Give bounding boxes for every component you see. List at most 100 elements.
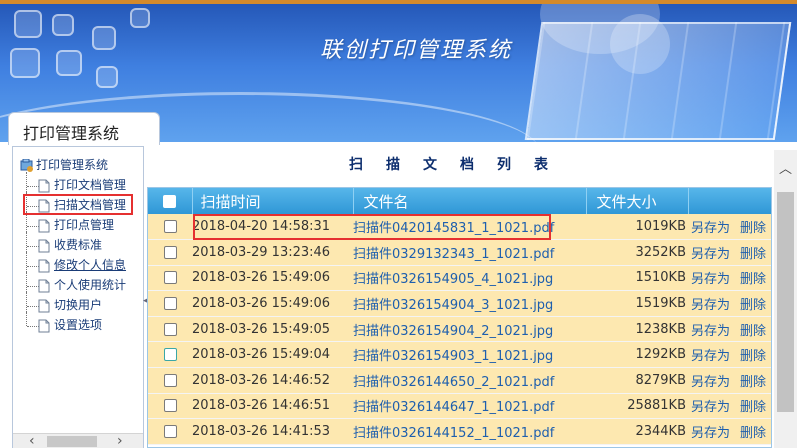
system-title: 联创打印管理系统	[319, 38, 512, 63]
sidebar-item-label: 收费标准	[54, 238, 103, 252]
actions-cell: 另存为 删除	[688, 316, 771, 343]
file-link[interactable]: 扫描件0326144152_1_1021.pdf	[353, 426, 554, 441]
scan-time-cell: 2018-03-26 14:46:52	[192, 367, 353, 394]
file-name-cell: 扫描件0326154904_2_1021.jpg	[353, 316, 586, 343]
tree-root-icon	[20, 159, 33, 172]
file-size-cell: 3252KB	[586, 239, 688, 266]
delete-link[interactable]: 删除	[740, 298, 766, 313]
file-name-cell: 扫描件0326144152_1_1021.pdf	[353, 418, 586, 445]
file-link[interactable]: 扫描件0326154905_4_1021.jpg	[353, 272, 553, 287]
scroll-left-arrow-icon[interactable]: ‹	[29, 434, 35, 448]
save-as-link[interactable]: 另存为	[691, 272, 730, 287]
vertical-scrollbar[interactable]: ︿	[774, 150, 797, 448]
file-link[interactable]: 扫描件0326144650_2_1021.pdf	[353, 375, 554, 390]
col-file-name[interactable]: 文件名	[353, 188, 587, 214]
sidebar-item-print-docs[interactable]: 打印文档管理	[20, 172, 126, 196]
sidebar-item-edit-profile[interactable]: 修改个人信息	[20, 252, 126, 276]
row-checkbox[interactable]	[148, 316, 192, 343]
sidebar-horizontal-scrollbar[interactable]: ‹ ›	[13, 433, 143, 448]
delete-link[interactable]: 删除	[740, 400, 766, 415]
file-size-cell: 1019KB	[586, 214, 688, 241]
scan-time-cell: 2018-03-26 15:49:06	[192, 265, 353, 292]
save-as-link[interactable]: 另存为	[691, 298, 730, 313]
nav-tree: 打印管理系统 打印文档管理 扫描文档管理 打印点管理 收费标准 修改个人信息 个…	[20, 156, 127, 336]
delete-link[interactable]: 删除	[740, 324, 766, 339]
save-as-link[interactable]: 另存为	[691, 221, 730, 236]
select-all-checkbox[interactable]	[148, 188, 193, 214]
file-name-cell: 扫描件0326154904_3_1021.jpg	[353, 290, 586, 317]
file-link[interactable]: 扫描件0326154904_3_1021.jpg	[353, 298, 553, 313]
file-link[interactable]: 扫描件0326154904_2_1021.jpg	[353, 324, 553, 339]
scroll-up-arrow-icon[interactable]: ︿	[779, 158, 792, 177]
scan-time-cell: 2018-03-26 15:49:05	[192, 316, 353, 343]
scan-time-cell: 2018-03-26 15:49:06	[192, 290, 353, 317]
save-as-link[interactable]: 另存为	[691, 247, 730, 262]
scroll-right-arrow-icon[interactable]: ›	[117, 434, 123, 448]
scan-file-table: 扫描时间 文件名 文件大小 2018-04-20 14:58:31 扫描件0420…	[147, 187, 772, 448]
tree-root-label: 打印管理系统	[36, 158, 109, 172]
file-link[interactable]: 扫描件0420145831_1_1021.pdf	[353, 221, 554, 236]
file-size-cell: 1292KB	[586, 341, 688, 369]
row-checkbox[interactable]	[148, 290, 192, 317]
file-size-cell: 1510KB	[586, 265, 688, 292]
sidebar-item-label: 打印点管理	[54, 218, 115, 232]
file-size-cell: 8279KB	[586, 367, 688, 394]
sidebar-item-usage-stats[interactable]: 个人使用统计	[20, 272, 126, 296]
file-link[interactable]: 扫描件0329132343_1_1021.pdf	[353, 247, 554, 262]
actions-cell: 另存为 删除	[688, 341, 771, 369]
document-icon	[38, 199, 50, 213]
sidebar-item-scan-docs[interactable]: 扫描文档管理	[20, 192, 127, 216]
row-checkbox[interactable]	[148, 265, 192, 292]
list-title: 扫描文档列表	[349, 157, 571, 173]
actions-cell: 另存为 删除	[688, 418, 771, 445]
scrollbar-thumb[interactable]	[47, 436, 97, 447]
table-row[interactable]: 2018-03-26 15:49:04 扫描件0326154903_1_1021.…	[148, 341, 771, 369]
delete-link[interactable]: 删除	[740, 349, 766, 364]
save-as-link[interactable]: 另存为	[691, 349, 730, 364]
document-icon	[38, 259, 50, 273]
col-scan-time[interactable]: 扫描时间	[192, 188, 354, 214]
file-link[interactable]: 扫描件0326144647_1_1021.pdf	[353, 400, 554, 415]
table-row[interactable]: 2018-03-29 13:23:46 扫描件0329132343_1_1021.…	[148, 239, 771, 266]
delete-link[interactable]: 删除	[740, 375, 766, 390]
actions-cell: 另存为 删除	[688, 239, 771, 266]
delete-link[interactable]: 删除	[740, 426, 766, 441]
delete-link[interactable]: 删除	[740, 221, 766, 236]
save-as-link[interactable]: 另存为	[691, 375, 730, 390]
table-row[interactable]: 2018-03-26 14:41:53 扫描件0326144152_1_1021.…	[148, 418, 771, 445]
tree-root[interactable]: 打印管理系统	[20, 156, 126, 176]
row-checkbox[interactable]	[148, 418, 192, 445]
actions-cell: 另存为 删除	[688, 265, 771, 292]
table-row[interactable]: 2018-03-26 14:46:51 扫描件0326144647_1_1021.…	[148, 393, 771, 420]
sidebar-item-print-points[interactable]: 打印点管理	[20, 212, 126, 236]
row-checkbox[interactable]	[148, 393, 192, 420]
row-checkbox[interactable]	[148, 214, 192, 241]
sidebar-item-label: 扫描文档管理	[54, 198, 127, 212]
file-size-cell: 25881KB	[586, 393, 688, 420]
col-file-size[interactable]: 文件大小	[586, 188, 689, 214]
document-icon	[38, 239, 50, 253]
save-as-link[interactable]: 另存为	[691, 400, 730, 415]
row-checkbox[interactable]	[148, 367, 192, 394]
table-row[interactable]: 2018-03-26 15:49:06 扫描件0326154904_3_1021.…	[148, 290, 771, 317]
table-row[interactable]: 2018-03-26 15:49:05 扫描件0326154904_2_1021.…	[148, 316, 771, 343]
file-link[interactable]: 扫描件0326154903_1_1021.jpg	[353, 349, 553, 364]
save-as-link[interactable]: 另存为	[691, 324, 730, 339]
sidebar-tab[interactable]: 打印管理系统	[8, 112, 160, 145]
delete-link[interactable]: 删除	[740, 272, 766, 287]
sidebar-item-fees[interactable]: 收费标准	[20, 232, 126, 256]
sidebar-item-switch-user[interactable]: 切换用户	[20, 292, 126, 316]
scrollbar-thumb[interactable]	[777, 192, 794, 412]
save-as-link[interactable]: 另存为	[691, 426, 730, 441]
row-checkbox[interactable]	[148, 341, 192, 369]
table-row[interactable]: 2018-03-26 14:46:52 扫描件0326144650_2_1021.…	[148, 367, 771, 394]
document-icon	[38, 179, 50, 193]
document-icon	[38, 319, 50, 333]
file-size-cell: 2344KB	[586, 418, 688, 445]
sidebar-item-settings[interactable]: 设置选项	[20, 312, 126, 336]
row-checkbox[interactable]	[148, 239, 192, 266]
document-icon	[38, 279, 50, 293]
delete-link[interactable]: 删除	[740, 247, 766, 262]
table-row[interactable]: 2018-03-26 15:49:06 扫描件0326154905_4_1021.…	[148, 265, 771, 292]
table-row[interactable]: 2018-04-20 14:58:31 扫描件0420145831_1_1021.…	[148, 214, 771, 241]
